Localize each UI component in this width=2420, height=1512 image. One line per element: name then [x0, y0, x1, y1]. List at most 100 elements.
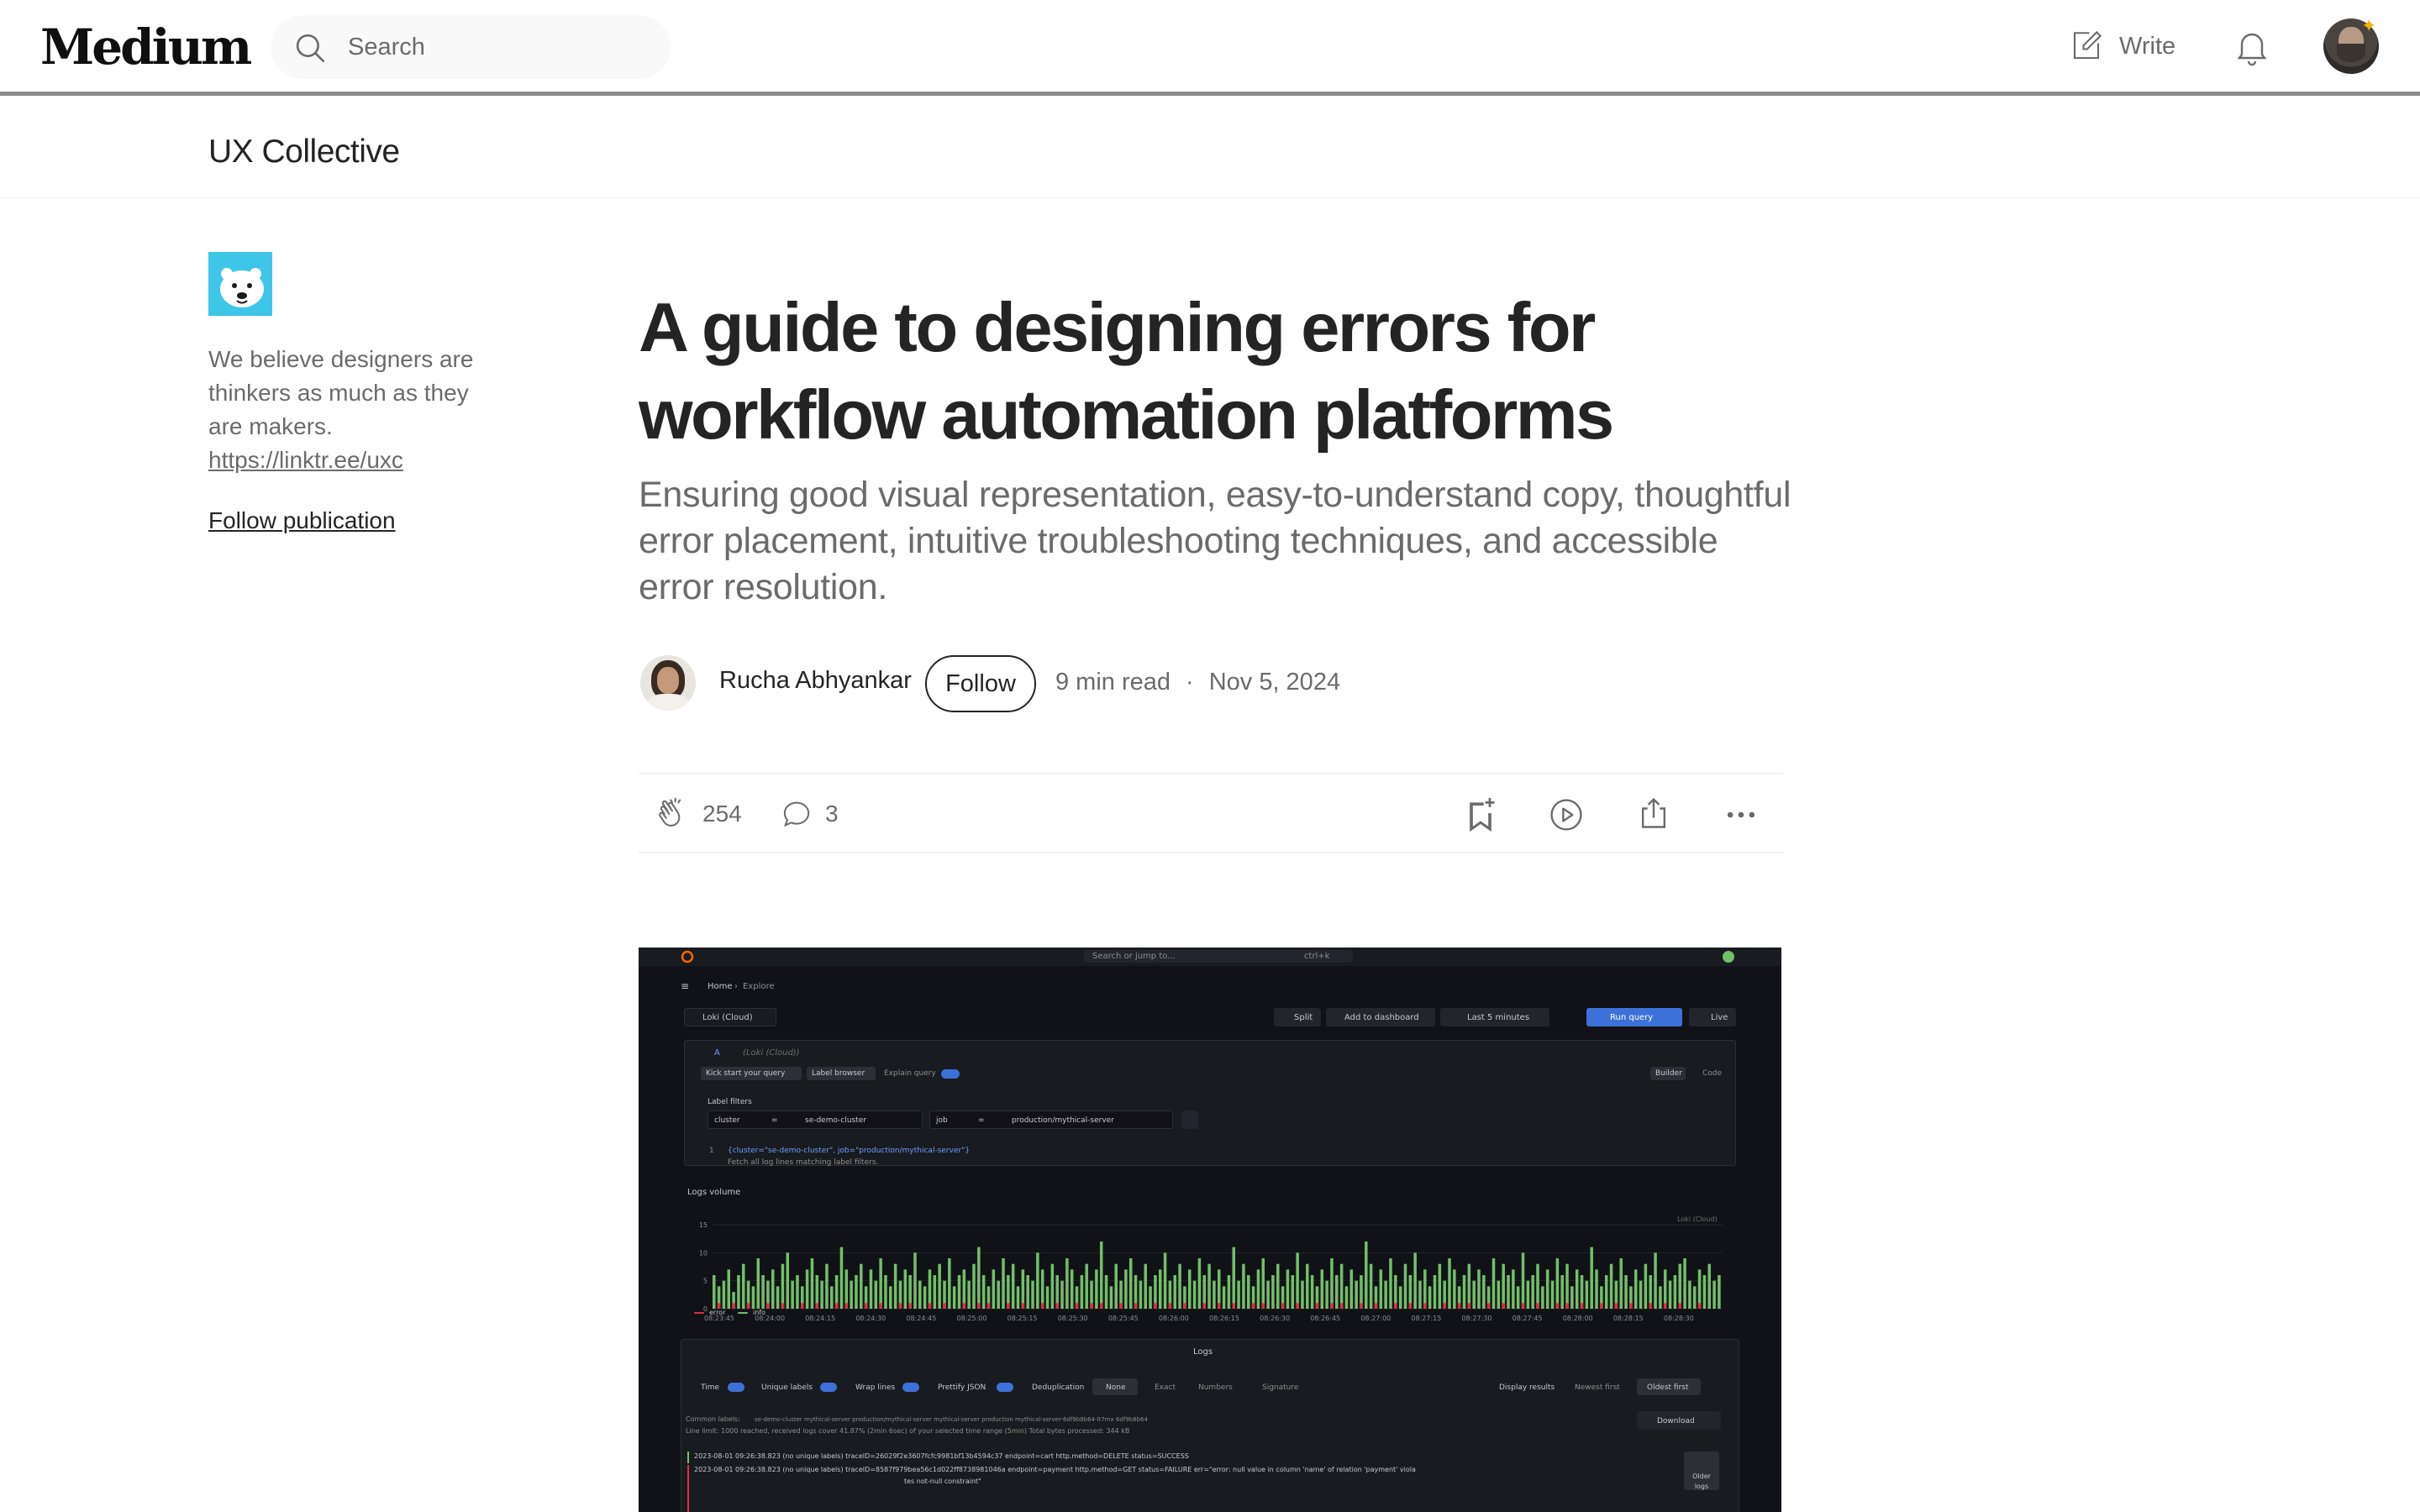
opt-wrap: Wrap lines [855, 1383, 896, 1392]
chart-bar-info [1187, 1269, 1192, 1309]
chart-bar-error [1055, 1303, 1059, 1309]
chart-bar-error [1600, 1303, 1603, 1309]
chart-bar-info [1712, 1280, 1716, 1309]
chart-bar-error [1408, 1303, 1413, 1309]
chart-bar-info [1286, 1269, 1290, 1309]
add-dashboard-label: Add to dashboard [1344, 1013, 1419, 1022]
chart-x-tick-label: 08:26:15 [1209, 1315, 1239, 1322]
comments-button[interactable]: 3 [780, 795, 839, 833]
chart-bar-info [1570, 1286, 1574, 1309]
chart-x-tick-label: 08:25:00 [957, 1315, 987, 1322]
chart-bar-info [1604, 1275, 1608, 1309]
chart-bar-error [1183, 1303, 1186, 1309]
breadcrumb-sep: › [734, 982, 738, 991]
chart-bar-error [1251, 1303, 1255, 1309]
chart-bar-info [1114, 1263, 1118, 1309]
chart-bar-info [855, 1275, 858, 1309]
medium-logo[interactable]: Medium [40, 13, 252, 81]
publication-logo[interactable] [208, 252, 272, 316]
chart-bar-info [1192, 1280, 1197, 1309]
publication-link[interactable]: https://linktr.ee/uxc [208, 444, 403, 477]
chart-bar-info [1124, 1269, 1128, 1309]
chart-bar-info [791, 1280, 794, 1309]
grafana-search-text: Search or jump to... [1092, 952, 1176, 961]
meta-separator: · [1186, 669, 1194, 696]
chart-bar-info [1330, 1258, 1334, 1309]
chart-bar-info [869, 1269, 873, 1309]
chart-bar-error [1232, 1303, 1236, 1309]
chart-bar-info [1339, 1263, 1344, 1309]
chart-bar-info [1609, 1263, 1613, 1309]
listen-play-icon[interactable] [1548, 796, 1585, 833]
chart-bar-error [928, 1303, 932, 1309]
split-label: Split [1294, 1013, 1313, 1022]
author-avatar[interactable] [640, 655, 696, 711]
chart-bar-info [820, 1280, 823, 1309]
chart-bar-info [796, 1275, 799, 1309]
chart-bar-info [742, 1263, 745, 1309]
chart-bar-info [1070, 1269, 1074, 1309]
chart-bar-error [1502, 1303, 1505, 1309]
chart-bar-info [1467, 1263, 1471, 1309]
opt-dedup: Deduplication [1032, 1383, 1085, 1392]
chart-bar-info [781, 1263, 785, 1309]
chart-bar-error [1134, 1303, 1138, 1309]
chart-bar-info [1335, 1275, 1339, 1309]
chart-bar-error [1565, 1303, 1569, 1309]
log-line-1: 2023-08-01 09:26:38.823 (no unique label… [694, 1452, 1189, 1460]
common-labels-val: se-demo-cluster mythical-server producti… [755, 1416, 1148, 1423]
display-results: Display results [1499, 1383, 1555, 1392]
chart-bar-info [1026, 1275, 1029, 1309]
article-meta: 9 min read · Nov 5, 2024 [1055, 669, 1340, 696]
chart-bar-info [933, 1275, 937, 1309]
filter-1-key: cluster [714, 1116, 740, 1125]
search-box[interactable] [271, 15, 671, 79]
more-options-icon[interactable] [1723, 796, 1760, 833]
chart-bar-info [992, 1269, 996, 1309]
follow-publication-link[interactable]: Follow publication [208, 504, 396, 538]
read-time: 9 min read [1055, 669, 1171, 696]
chart-bar-info [1128, 1258, 1133, 1309]
article-title: A guide to designing errors for workflow… [639, 288, 1614, 454]
chart-bar-error [962, 1303, 966, 1309]
chart-bar-info [1384, 1280, 1387, 1309]
notifications-bell-icon[interactable] [2232, 25, 2272, 67]
publication-bar: UX Collective [0, 100, 2420, 198]
chart-bar-info [1663, 1269, 1667, 1309]
chart-bar-info [1227, 1275, 1231, 1309]
chart-bar-info [1634, 1269, 1638, 1309]
chart-bar-info [962, 1269, 966, 1309]
chart-bar-error [1457, 1303, 1461, 1309]
bookmark-add-icon[interactable] [1462, 796, 1499, 833]
code-label: Code [1702, 1069, 1723, 1078]
chart-bar-info [1585, 1280, 1589, 1309]
chart-bar-error [1261, 1303, 1265, 1309]
dedup-exact: Exact [1155, 1383, 1176, 1392]
avatar-body [647, 694, 689, 711]
clap-button[interactable]: 254 [654, 795, 742, 833]
chart-bar-error [1021, 1303, 1025, 1309]
chart-bar-error [1486, 1303, 1491, 1309]
datasource-name: Loki (Cloud) [702, 1013, 753, 1022]
chart-x-tick-label: 08:26:00 [1159, 1315, 1189, 1322]
chart-bar-info [1349, 1269, 1354, 1309]
chart-bar-info [1575, 1269, 1579, 1309]
write-icon [2073, 30, 2102, 60]
chart-bar-error [1040, 1303, 1044, 1309]
chart-x-tick-label: 08:27:00 [1360, 1315, 1391, 1322]
write-button[interactable]: Write [2069, 25, 2175, 67]
chart-bar-error [1168, 1303, 1172, 1309]
chart-bar-error [986, 1303, 991, 1309]
publication-name[interactable]: UX Collective [208, 134, 400, 171]
comment-count: 3 [825, 801, 839, 827]
filter-1-op: = [771, 1116, 778, 1125]
chart-bar-info [1550, 1280, 1555, 1309]
author-name[interactable]: Rucha Abhyankar [719, 667, 912, 695]
chart-bar-info [1080, 1275, 1084, 1309]
chart-bar-info [839, 1247, 844, 1309]
chart-bar-info [1237, 1280, 1240, 1309]
chart-bar-info [805, 1269, 809, 1309]
follow-author-button[interactable]: Follow [925, 655, 1036, 712]
search-input[interactable] [348, 32, 650, 62]
share-icon[interactable] [1635, 795, 1672, 832]
